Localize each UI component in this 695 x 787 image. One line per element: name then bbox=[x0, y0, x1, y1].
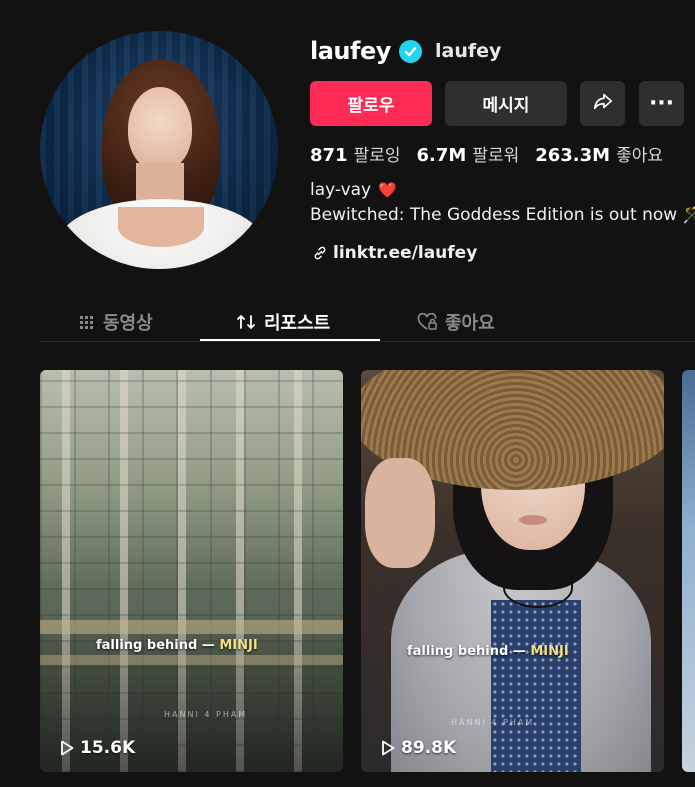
follow-button[interactable]: 팔로우 bbox=[310, 81, 432, 126]
profile-stats: 871 팔로잉 6.7M 팔로워 263.3M 좋아요 bbox=[310, 141, 679, 166]
tab-reposts-label: 리포스트 bbox=[264, 313, 331, 334]
view-count: 15.6K bbox=[60, 738, 135, 758]
bio-line-1: lay-vay ❤️ bbox=[310, 180, 397, 200]
video-caption: falling behind — MINJI bbox=[96, 638, 258, 653]
message-button[interactable]: 메시지 bbox=[445, 81, 567, 126]
more-options-button[interactable]: ··· bbox=[639, 81, 684, 126]
share-icon bbox=[592, 90, 614, 117]
link-text: linktr.ee/laufey bbox=[333, 243, 478, 263]
link-icon bbox=[312, 245, 328, 261]
followers-stat[interactable]: 6.7M 팔로워 bbox=[417, 141, 520, 166]
tab-videos[interactable]: 동영상 bbox=[79, 303, 153, 341]
likes-count: 263.3M bbox=[535, 145, 611, 166]
heart-lock-icon bbox=[417, 313, 437, 331]
likes-label: 좋아요 bbox=[616, 146, 664, 166]
avatar[interactable] bbox=[40, 31, 278, 269]
tab-likes-label: 좋아요 bbox=[445, 313, 495, 334]
profile-link[interactable]: linktr.ee/laufey bbox=[312, 243, 477, 263]
share-button[interactable] bbox=[580, 81, 625, 126]
bio-line-2: Bewitched: The Goddess Edition is out no… bbox=[310, 205, 695, 225]
followers-label: 팔로워 bbox=[472, 146, 520, 166]
play-icon bbox=[382, 740, 395, 756]
profile-tabs: 동영상 리포스트 좋아요 bbox=[40, 297, 695, 342]
tab-videos-label: 동영상 bbox=[103, 313, 153, 334]
following-stat[interactable]: 871 팔로잉 bbox=[310, 141, 401, 166]
tab-likes[interactable]: 좋아요 bbox=[417, 303, 495, 341]
grid-icon bbox=[79, 314, 95, 330]
following-label: 팔로잉 bbox=[353, 146, 401, 166]
view-count: 89.8K bbox=[381, 738, 456, 758]
tab-reposts[interactable]: 리포스트 bbox=[236, 303, 330, 341]
video-watermark: HANNI 4 PHAM bbox=[451, 718, 535, 727]
play-icon bbox=[61, 740, 74, 756]
video-card[interactable]: falling behind — MINJI HANNI 4 PHAM 15.6… bbox=[40, 370, 343, 772]
active-tab-indicator bbox=[200, 339, 380, 341]
repost-icon bbox=[236, 313, 256, 331]
verified-badge-icon bbox=[399, 40, 422, 63]
likes-stat: 263.3M 좋아요 bbox=[535, 141, 663, 166]
video-card[interactable]: falling behind — MINJI HANNI 4 PHAM 89.8… bbox=[361, 370, 664, 772]
followers-count: 6.7M bbox=[416, 145, 467, 166]
video-card-partial[interactable] bbox=[682, 370, 695, 772]
bio-text: lay-vay bbox=[310, 180, 372, 200]
video-caption: falling behind — MINJI bbox=[407, 644, 569, 659]
following-count: 871 bbox=[310, 145, 348, 166]
video-watermark: HANNI 4 PHAM bbox=[164, 710, 248, 719]
nickname: laufey bbox=[435, 40, 502, 62]
heart-emoji: ❤️ bbox=[378, 181, 397, 199]
username: laufey bbox=[310, 37, 391, 65]
